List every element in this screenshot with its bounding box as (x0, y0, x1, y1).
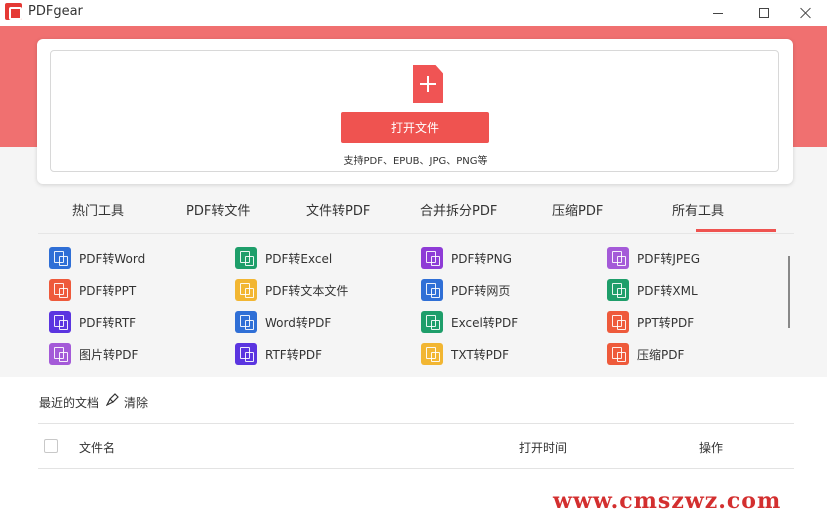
tool-pdf-to-html[interactable]: PDF转网页 (421, 278, 510, 302)
tool-pdf-to-xml[interactable]: PDF转XML (607, 278, 698, 302)
tool-label: PDF转网页 (451, 283, 511, 298)
pdf-to-ppt-icon (49, 279, 71, 301)
tool-pdf-to-word[interactable]: PDF转Word (49, 246, 145, 270)
tab-all-tools[interactable]: 所有工具 (672, 200, 724, 219)
tool-ppt-to-pdf[interactable]: PPT转PDF (607, 310, 694, 334)
tool-image-to-pdf[interactable]: 图片转PDF (49, 342, 138, 366)
tool-label: TXT转PDF (451, 347, 510, 362)
site-watermark: www.cmszwz.com (553, 488, 782, 514)
minimize-icon (713, 12, 723, 14)
tools-grid: PDF转Word PDF转Excel PDF转PNG PDF转JPEG PDF转… (38, 244, 788, 372)
tab-hot-tools[interactable]: 热门工具 (72, 200, 124, 219)
active-tab-indicator (696, 229, 776, 232)
tool-label: PPT转PDF (637, 315, 695, 330)
clear-recent-button[interactable]: 清除 (124, 394, 148, 411)
excel-to-pdf-icon (421, 311, 443, 333)
supported-formats-text: 支持PDF、EPUB、JPG、PNG等 (343, 156, 488, 167)
tab-file-to-pdf[interactable]: 文件转PDF (306, 200, 370, 219)
pdf-to-png-icon (421, 247, 443, 269)
tool-pdf-to-ppt[interactable]: PDF转PPT (49, 278, 136, 302)
tab-merge-split-pdf[interactable]: 合并拆分PDF (420, 200, 497, 219)
select-all-checkbox[interactable] (44, 439, 58, 453)
recent-documents-title: 最近的文档 (39, 396, 100, 410)
add-file-icon[interactable] (413, 65, 443, 103)
minimize-button[interactable] (695, 0, 741, 26)
tool-label: 压缩PDF (637, 347, 685, 362)
column-header-actions: 操作 (699, 441, 724, 455)
close-button[interactable] (783, 0, 827, 26)
tool-pdf-to-text[interactable]: PDF转文本文件 (235, 278, 348, 302)
pdf-to-rtf-icon (49, 311, 71, 333)
word-to-pdf-icon (235, 311, 257, 333)
tool-category-tabs: 热门工具 PDF转文件 文件转PDF 合并拆分PDF 压缩PDF 所有工具 (38, 193, 794, 233)
pdfgear-logo-icon (5, 3, 22, 20)
tool-label: PDF转PNG (451, 251, 512, 266)
broom-icon[interactable] (106, 393, 120, 407)
pdf-to-xml-icon (607, 279, 629, 301)
pdf-to-html-icon (421, 279, 443, 301)
tool-word-to-pdf[interactable]: Word转PDF (235, 310, 331, 334)
maximize-icon (759, 8, 769, 18)
txt-to-pdf-icon (421, 343, 443, 365)
tool-pdf-to-rtf[interactable]: PDF转RTF (49, 310, 136, 334)
column-header-open-time[interactable]: 打开时间 (519, 439, 567, 456)
tool-label: PDF转RTF (79, 315, 137, 330)
tool-pdf-to-excel[interactable]: PDF转Excel (235, 246, 332, 270)
tool-label: 图片转PDF (79, 347, 139, 362)
pdf-to-jpeg-icon (607, 247, 629, 269)
open-file-card: 打开文件 支持PDF、EPUB、JPG、PNG等 (37, 39, 793, 184)
table-header-bottom-divider (38, 468, 794, 469)
tool-label: PDF转PPT (79, 283, 137, 298)
column-header-file-name[interactable]: 文件名 (79, 439, 115, 456)
tool-pdf-to-png[interactable]: PDF转PNG (421, 246, 512, 270)
tool-label: PDF转XML (637, 283, 698, 298)
pdf-to-text-icon (235, 279, 257, 301)
tab-pdf-to-file[interactable]: PDF转文件 (186, 200, 250, 219)
ppt-to-pdf-icon (607, 311, 629, 333)
tab-compress-pdf[interactable]: 压缩PDF (552, 200, 603, 219)
compress-pdf-icon (607, 343, 629, 365)
tool-rtf-to-pdf[interactable]: RTF转PDF (235, 342, 322, 366)
tool-label: Excel转PDF (451, 315, 519, 330)
tool-pdf-to-jpeg[interactable]: PDF转JPEG (607, 246, 700, 270)
tool-compress-pdf[interactable]: 压缩PDF (607, 342, 684, 366)
tool-label: Word转PDF (265, 315, 332, 330)
maximize-button[interactable] (741, 0, 787, 26)
title-bar: PDFgear (0, 0, 827, 26)
tools-scrollbar[interactable] (788, 256, 790, 328)
rtf-to-pdf-icon (235, 343, 257, 365)
tool-label: PDF转Excel (265, 251, 333, 266)
close-icon (800, 7, 812, 19)
image-to-pdf-icon (49, 343, 71, 365)
table-header-top-divider (38, 423, 794, 424)
tool-label: PDF转Word (79, 251, 146, 266)
drop-zone[interactable]: 打开文件 支持PDF、EPUB、JPG、PNG等 (50, 50, 779, 172)
pdf-to-word-icon (49, 247, 71, 269)
tool-label: RTF转PDF (265, 347, 323, 362)
tabs-divider (38, 233, 794, 234)
tool-label: PDF转文本文件 (265, 283, 349, 298)
tool-txt-to-pdf[interactable]: TXT转PDF (421, 342, 509, 366)
app-title: PDFgear (28, 4, 83, 19)
open-file-button[interactable]: 打开文件 (341, 112, 489, 143)
pdf-to-excel-icon (235, 247, 257, 269)
tool-label: PDF转JPEG (637, 251, 701, 266)
tool-excel-to-pdf[interactable]: Excel转PDF (421, 310, 518, 334)
